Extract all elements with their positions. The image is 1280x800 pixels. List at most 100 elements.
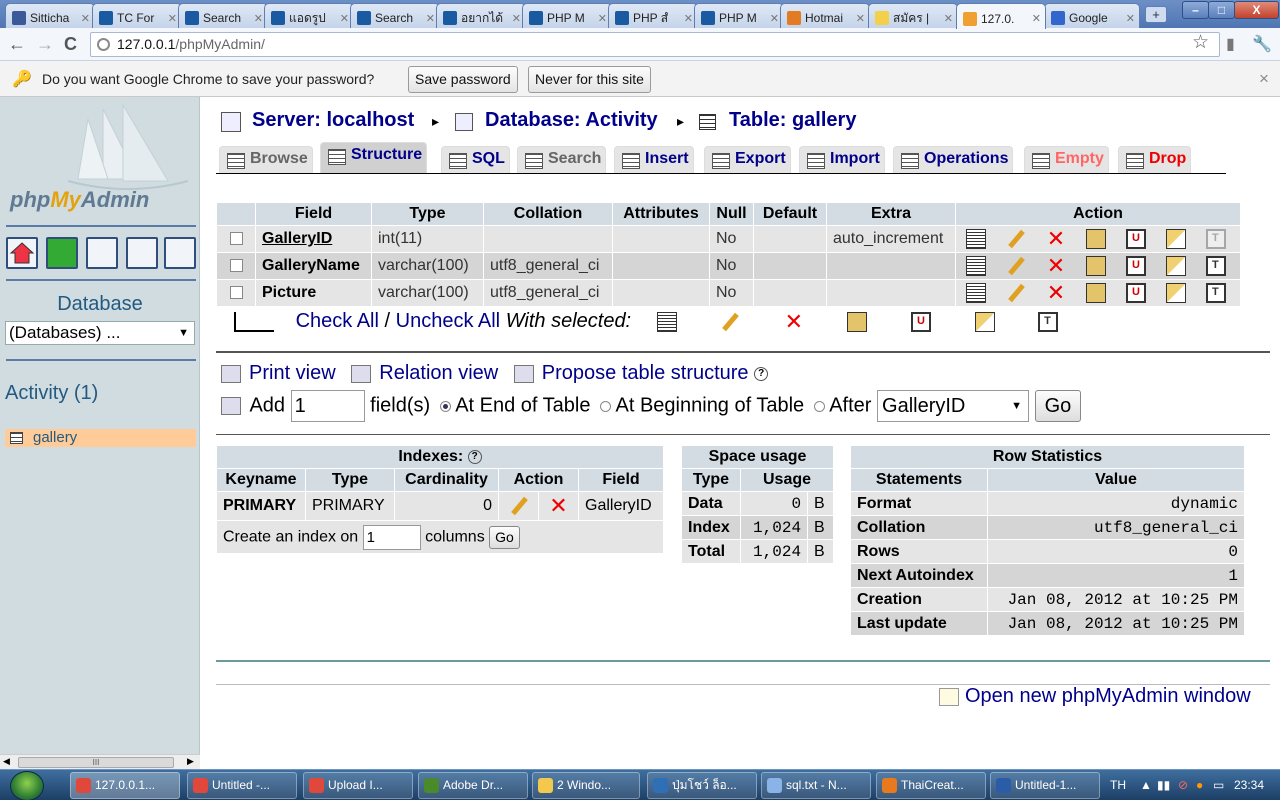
taskbar-window-button[interactable]: 127.0.0.1... — [70, 772, 180, 799]
help-icon[interactable]: ? — [754, 366, 769, 381]
scroll-thumb[interactable]: III — [18, 757, 174, 768]
taskbar-window-button[interactable]: ปุ่มโชว์ ล็อ... — [647, 772, 757, 799]
tab-export[interactable]: Export — [704, 146, 791, 173]
close-tab-icon[interactable]: ✕ — [168, 12, 177, 25]
reload-icon[interactable]: C — [64, 34, 77, 55]
browser-tab[interactable]: Hotmai ✕ — [780, 3, 870, 28]
horizontal-scrollbar[interactable]: ◀ III ▶ — [0, 754, 200, 770]
phpmyadmin-logo-text[interactable]: phpMyAdmin — [10, 187, 149, 213]
index-selected-icon[interactable] — [974, 311, 995, 332]
column-header-collation[interactable]: Collation — [484, 203, 612, 225]
unique-selected-icon[interactable]: U — [910, 311, 931, 332]
wrench-icon[interactable]: 🔧 — [1252, 34, 1272, 54]
create-index-count-input[interactable] — [362, 524, 421, 550]
browser-tab[interactable]: Search ✕ — [350, 3, 440, 28]
browse-icon[interactable] — [966, 229, 986, 249]
scroll-right-icon[interactable]: ▶ — [187, 756, 194, 767]
signal-icon[interactable]: ▮ — [1226, 34, 1235, 54]
close-tab-icon[interactable]: ✕ — [512, 12, 521, 25]
sql-docs-icon[interactable] — [164, 237, 196, 269]
add-field-go-button[interactable]: Go — [1034, 390, 1082, 422]
radio-after[interactable] — [813, 400, 825, 412]
help-docs-icon[interactable] — [126, 237, 158, 269]
browse-icon[interactable] — [966, 283, 986, 303]
column-header-field[interactable]: Field — [256, 203, 371, 225]
display-icon[interactable]: ▭ — [1213, 778, 1224, 792]
row-checkbox[interactable] — [229, 259, 243, 273]
row-checkbox[interactable] — [229, 286, 243, 300]
close-tab-icon[interactable]: ✕ — [856, 12, 865, 25]
new-tab-button[interactable]: + — [1145, 6, 1167, 23]
volume-muted-icon[interactable]: ⊘ — [1178, 778, 1188, 792]
column-header-type[interactable]: Type — [372, 203, 483, 225]
drop-icon[interactable]: ✕ — [1046, 228, 1066, 250]
create-index-go-button[interactable]: Go — [489, 525, 520, 549]
browse-icon[interactable] — [966, 256, 986, 276]
close-tab-icon[interactable]: ✕ — [426, 12, 435, 25]
edit-selected-icon[interactable] — [720, 312, 740, 332]
tab-sql[interactable]: SQL — [441, 146, 510, 173]
unique-icon[interactable]: U — [1126, 229, 1146, 249]
close-tab-icon[interactable]: ✕ — [81, 12, 90, 25]
browser-tab[interactable]: สมัคร | ✕ — [868, 3, 958, 28]
uncheck-all-link[interactable]: Uncheck All — [396, 310, 501, 332]
window-close-button[interactable]: X — [1234, 1, 1279, 19]
browser-tab[interactable]: TC For ✕ — [92, 3, 182, 28]
index-icon[interactable] — [1166, 256, 1186, 276]
edit-icon[interactable] — [1006, 229, 1026, 249]
minimize-button[interactable]: – — [1182, 1, 1209, 19]
taskbar-window-button[interactable]: Untitled -... — [187, 772, 297, 799]
check-all-link[interactable]: Check All — [296, 310, 379, 332]
address-bar[interactable]: 127.0.0.1/phpMyAdmin/ — [90, 32, 1220, 57]
close-infobar-icon[interactable]: × — [1259, 69, 1269, 89]
fulltext-icon[interactable]: T — [1206, 229, 1226, 249]
tab-browse[interactable]: Browse — [219, 146, 313, 173]
primary-key-icon[interactable] — [1086, 229, 1106, 249]
fulltext-icon[interactable]: T — [1206, 283, 1226, 303]
taskbar-window-button[interactable]: Upload I... — [303, 772, 413, 799]
save-password-button[interactable]: Save password — [408, 66, 518, 93]
column-header-null[interactable]: Null — [710, 203, 753, 225]
forward-icon[interactable]: → — [36, 34, 54, 55]
close-tab-icon[interactable]: ✕ — [1126, 12, 1135, 25]
never-for-site-button[interactable]: Never for this site — [528, 66, 651, 93]
propose-structure-link[interactable]: Propose table structure — [542, 362, 749, 384]
edit-index-icon[interactable] — [509, 496, 529, 516]
browser-tab[interactable]: อยากได้ ✕ — [436, 3, 526, 28]
column-header-extra[interactable]: Extra — [827, 203, 955, 225]
add-field-count-input[interactable] — [290, 390, 365, 422]
browser-tab[interactable]: แอดรูป ✕ — [264, 3, 354, 28]
bookmark-star-icon[interactable]: ☆ — [1192, 31, 1209, 54]
help-icon[interactable]: ? — [467, 449, 482, 464]
tray-arrow-icon[interactable]: ▲ — [1140, 778, 1152, 792]
tab-import[interactable]: Import — [799, 146, 885, 173]
primary-key-icon[interactable] — [1086, 256, 1106, 276]
exit-icon[interactable] — [46, 237, 78, 269]
edit-icon[interactable] — [1006, 256, 1026, 276]
close-tab-icon[interactable]: ✕ — [944, 12, 953, 25]
unique-icon[interactable]: U — [1126, 256, 1146, 276]
taskbar-window-button[interactable]: Untitled-1... — [990, 772, 1100, 799]
browse-selected-icon[interactable] — [656, 311, 677, 332]
drop-icon[interactable]: ✕ — [1046, 255, 1066, 277]
after-field-select[interactable]: GalleryID ▼ — [877, 390, 1030, 422]
drop-index-icon[interactable]: ✕ — [549, 495, 569, 517]
edit-icon[interactable] — [1006, 283, 1026, 303]
scroll-left-icon[interactable]: ◀ — [3, 756, 10, 767]
browser-tab[interactable]: Google ✕ — [1044, 3, 1140, 28]
language-indicator[interactable]: TH — [1110, 778, 1126, 792]
browser-tab[interactable]: PHP สํ ✕ — [608, 3, 698, 28]
breadcrumb-server[interactable]: Server: localhost — [252, 109, 414, 132]
unique-icon[interactable]: U — [1126, 283, 1146, 303]
drop-icon[interactable]: ✕ — [1046, 282, 1066, 304]
fulltext-icon[interactable]: T — [1206, 256, 1226, 276]
clock[interactable]: 23:34 — [1234, 778, 1264, 792]
home-icon[interactable] — [6, 237, 38, 269]
sql-query-icon[interactable] — [86, 237, 118, 269]
taskbar-window-button[interactable]: Adobe Dr... — [418, 772, 528, 799]
column-header-default[interactable]: Default — [754, 203, 826, 225]
close-tab-icon[interactable]: ✕ — [770, 12, 779, 25]
breadcrumb-database[interactable]: Database: Activity — [485, 109, 658, 132]
taskbar-window-button[interactable]: 2 Windo... — [532, 772, 640, 799]
database-select[interactable]: (Databases) ... ▼ — [5, 321, 195, 345]
